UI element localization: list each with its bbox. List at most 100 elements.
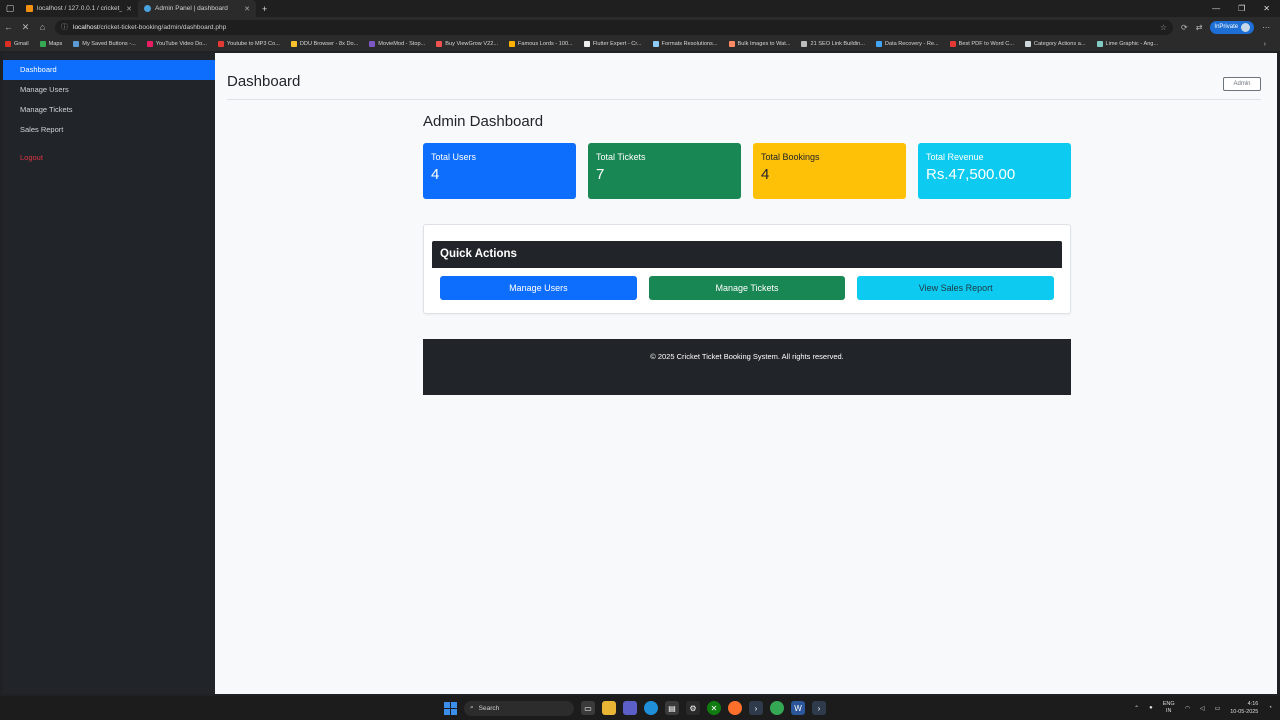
tab-phpmyadmin[interactable]: localhost / 127.0.0.1 / cricket_bo... ✕: [20, 0, 138, 17]
menu-icon[interactable]: ⋯: [1262, 23, 1270, 32]
sidebar-item-manage-tickets[interactable]: Manage Tickets: [3, 100, 215, 120]
copilot-icon[interactable]: [623, 701, 637, 715]
close-tab-icon[interactable]: ✕: [244, 5, 250, 13]
more-bookmarks-icon[interactable]: ›: [1264, 41, 1280, 48]
loading-icon: [144, 5, 151, 12]
inprivate-badge[interactable]: InPrivate: [1210, 20, 1255, 34]
word-icon[interactable]: W: [791, 701, 805, 715]
url-host: localhost: [73, 23, 99, 31]
page-title: Dashboard: [227, 73, 301, 90]
minimize-icon[interactable]: —: [1212, 4, 1220, 13]
bookmark-item[interactable]: Lime Graphic - Ang...: [1096, 41, 1159, 47]
manage-users-button[interactable]: Manage Users: [440, 276, 637, 300]
sidebar-item-dashboard[interactable]: Dashboard: [3, 60, 215, 80]
chrome-icon[interactable]: [770, 701, 784, 715]
new-tab-button[interactable]: +: [256, 4, 267, 14]
bookmark-label: Famous Lords - 100...: [518, 41, 573, 47]
bookmark-label: Maps: [48, 41, 63, 47]
home-icon[interactable]: ⌂: [34, 22, 51, 32]
bookmark-item[interactable]: Famous Lords - 100...: [509, 41, 573, 47]
firefox-icon[interactable]: [728, 701, 742, 715]
back-icon[interactable]: ←: [0, 22, 17, 32]
bookmark-item[interactable]: YouTube Video Do...: [146, 41, 207, 47]
taskbar-search[interactable]: ⌕ Search: [464, 700, 574, 716]
favorite-star-icon[interactable]: ☆: [1160, 23, 1167, 32]
stat-value: 4: [761, 166, 770, 183]
xbox-icon[interactable]: ✕: [707, 701, 721, 715]
sidebar: Dashboard Manage Users Manage Tickets Sa…: [3, 53, 215, 694]
windows-start-icon[interactable]: [444, 701, 457, 715]
url-input[interactable]: ⓘ localhost/cricket-ticket-booking/admin…: [55, 19, 1173, 35]
clock-time: 4:16: [1247, 701, 1259, 707]
bookmark-item[interactable]: 21 SEO Link Buildin...: [801, 41, 865, 47]
refresh-icon[interactable]: ⟳: [1181, 23, 1188, 32]
bookmark-item[interactable]: MovieMod - Stop...: [369, 41, 425, 47]
manage-tickets-button[interactable]: Manage Tickets: [648, 276, 846, 300]
bookmark-item[interactable]: Gmail: [5, 41, 29, 47]
settings-gear-icon[interactable]: ⚙: [686, 701, 700, 715]
restore-icon[interactable]: ❐: [1238, 4, 1245, 13]
quick-actions-buttons: Manage Users Manage Tickets View Sales R…: [432, 268, 1062, 300]
bookmark-label: My Saved Buttons -...: [82, 41, 136, 47]
bookmark-item[interactable]: Bulk Images to Wat...: [728, 41, 790, 47]
bookmark-item[interactable]: Maps: [39, 41, 63, 47]
sidebar-item-logout[interactable]: Logout: [3, 148, 215, 168]
quick-actions-title: Quick Actions: [432, 241, 1062, 268]
site-info-icon[interactable]: ⓘ: [61, 22, 68, 32]
volume-icon[interactable]: ◁: [1200, 705, 1205, 712]
bookmark-item[interactable]: Youtube to MP3 Co...: [217, 41, 280, 47]
bookmark-label: Flutter Expert - Cr...: [592, 41, 642, 47]
wifi-icon[interactable]: ◠: [1185, 705, 1190, 712]
avatar: [1241, 22, 1251, 32]
battery-icon[interactable]: ▭: [1215, 705, 1221, 712]
bookmark-favicon-icon: [652, 41, 659, 47]
page-viewport: Dashboard Manage Users Manage Tickets Sa…: [3, 53, 1277, 694]
notification-icon[interactable]: ◔: [1268, 705, 1272, 711]
close-tab-icon[interactable]: ✕: [126, 5, 132, 13]
bookmark-label: MovieMod - Stop...: [378, 41, 426, 47]
taskbar: ⌕ Search ▭ ▤ ⚙ ✕ › W › ⌃ ● ENG IN ◠ ◁ ▭ 4…: [0, 696, 1280, 720]
store-icon[interactable]: ▤: [665, 701, 679, 715]
tab-admin-panel[interactable]: Admin Panel | dashboard ✕: [138, 0, 256, 17]
tab-title: Admin Panel | dashboard: [155, 5, 228, 12]
edge-icon[interactable]: [644, 701, 658, 715]
stop-icon[interactable]: ✕: [17, 22, 34, 33]
task-view-icon[interactable]: ▭: [581, 701, 595, 715]
bookmark-label: Data Recovery - Re...: [884, 41, 939, 47]
extensions-icon[interactable]: ⇄: [1196, 23, 1203, 32]
bookmark-label: 21 SEO Link Buildin...: [810, 41, 865, 47]
bookmark-favicon-icon: [801, 41, 808, 47]
bookmark-item[interactable]: My Saved Buttons -...: [73, 41, 136, 47]
vscode-icon[interactable]: ›: [812, 701, 826, 715]
bookmark-item[interactable]: Category Actions a...: [1024, 41, 1086, 47]
language-indicator[interactable]: ENG IN: [1163, 701, 1175, 715]
stat-label: Total Users: [431, 152, 477, 162]
bookmark-item[interactable]: Data Recovery - Re...: [875, 41, 939, 47]
browser-tab-bar: ▢ localhost / 127.0.0.1 / cricket_bo... …: [0, 0, 1280, 17]
clock[interactable]: 4:16 10-05-2025: [1230, 700, 1258, 716]
sidebar-item-sales-report[interactable]: Sales Report: [3, 120, 215, 140]
sidebar-item-manage-users[interactable]: Manage Users: [3, 80, 215, 100]
stat-card-total-revenue: Total Revenue Rs.47,500.00: [918, 143, 1071, 199]
lang-top: ENG: [1162, 701, 1175, 707]
bookmark-label: Formats Resolutions...: [661, 41, 718, 47]
bookmark-item[interactable]: Buy ViewGrow V22...: [436, 41, 498, 47]
bookmark-item[interactable]: DDU Browser - 8x Do...: [290, 41, 358, 47]
bookmark-item[interactable]: Best PDF to Word C...: [949, 41, 1014, 47]
stat-label: Total Revenue: [926, 152, 984, 162]
terminal-icon[interactable]: ›: [749, 701, 763, 715]
bookmark-item[interactable]: Flutter Expert - Cr...: [583, 41, 642, 47]
app-tray-icon[interactable]: ●: [1149, 705, 1153, 711]
bookmark-label: Lime Graphic - Ang...: [1105, 41, 1159, 47]
admin-button[interactable]: Admin: [1223, 77, 1261, 91]
dashboard-content: Admin Dashboard Total Users 4 Total Tick…: [423, 113, 1071, 395]
tab-actions-icon[interactable]: ▢: [0, 0, 20, 17]
close-window-icon[interactable]: ✕: [1263, 4, 1270, 13]
system-tray: ⌃ ● ENG IN ◠ ◁ ▭ 4:16 10-05-2025 ◔: [1134, 696, 1272, 720]
view-sales-report-button[interactable]: View Sales Report: [857, 276, 1055, 300]
chevron-up-icon[interactable]: ⌃: [1134, 705, 1139, 712]
stat-value: 7: [596, 166, 605, 183]
bookmark-item[interactable]: Formats Resolutions...: [652, 41, 718, 47]
file-explorer-icon[interactable]: [602, 701, 616, 715]
top-bar: Dashboard Admin: [227, 53, 1261, 100]
